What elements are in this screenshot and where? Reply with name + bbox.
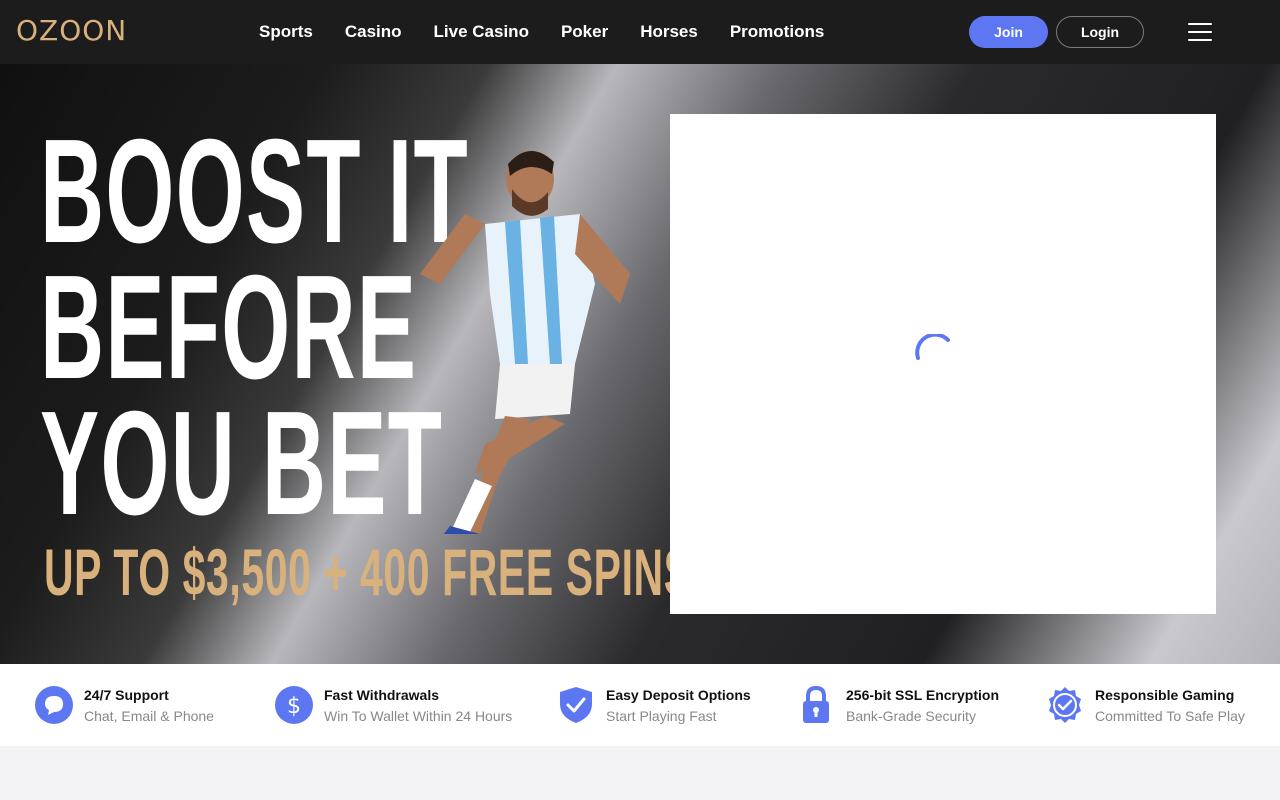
feature-item: 256-bit SSL Encryption Bank-Grade Securi…: [796, 664, 999, 746]
feature-item: $ Fast Withdrawals Win To Wallet Within …: [274, 664, 512, 746]
shield-check-icon: [556, 685, 596, 725]
nav-item-promotions[interactable]: Promotions: [714, 22, 840, 42]
main-nav: Sports Casino Live Casino Poker Horses P…: [243, 0, 840, 64]
hero-offer-text: UP TO $3,500 + 400 FREE SPINS: [44, 535, 692, 609]
feature-subtitle: Start Playing Fast: [606, 707, 717, 724]
feature-title: Responsible Gaming: [1095, 686, 1235, 703]
feature-strip: 24/7 Support Chat, Email & Phone $ Fast …: [0, 664, 1280, 746]
nav-item-live-casino[interactable]: Live Casino: [418, 22, 545, 42]
feature-subtitle: Bank-Grade Security: [846, 707, 976, 724]
chat-bubble-icon: [34, 685, 74, 725]
join-button[interactable]: Join: [969, 16, 1048, 48]
padlock-icon: [796, 685, 836, 725]
top-navigation-bar: OZOON Sports Casino Live Casino Poker Ho…: [0, 0, 1280, 64]
nav-item-sports[interactable]: Sports: [243, 22, 329, 42]
dollar-icon: $: [274, 685, 314, 725]
feature-item: Easy Deposit Options Start Playing Fast: [556, 664, 751, 746]
feature-subtitle: Chat, Email & Phone: [84, 707, 214, 724]
feature-item: Responsible Gaming Committed To Safe Pla…: [1045, 664, 1245, 746]
badge-check-icon: [1045, 685, 1085, 725]
hamburger-menu-icon[interactable]: [1186, 21, 1214, 43]
nav-item-casino[interactable]: Casino: [329, 22, 418, 42]
nav-item-poker[interactable]: Poker: [545, 22, 624, 42]
feature-subtitle: Win To Wallet Within 24 Hours: [324, 707, 513, 724]
site-logo[interactable]: OZOON: [16, 14, 127, 47]
signup-panel: [670, 114, 1216, 614]
feature-title: Easy Deposit Options: [606, 686, 751, 703]
hero-banner: BOOST IT BEFORE YOU BET UP TO $3,500 + 4…: [0, 64, 1280, 664]
svg-text:$: $: [287, 694, 301, 719]
login-button[interactable]: Login: [1056, 16, 1144, 48]
feature-item: 24/7 Support Chat, Email & Phone: [34, 664, 214, 746]
nav-item-horses[interactable]: Horses: [624, 22, 714, 42]
feature-subtitle: Committed To Safe Play: [1095, 707, 1245, 724]
footballer-image: [420, 150, 630, 534]
feature-title: 256-bit SSL Encryption: [846, 686, 999, 703]
feature-title: 24/7 Support: [84, 686, 169, 703]
feature-title: Fast Withdrawals: [324, 686, 440, 703]
loading-spinner-icon: [915, 334, 950, 360]
